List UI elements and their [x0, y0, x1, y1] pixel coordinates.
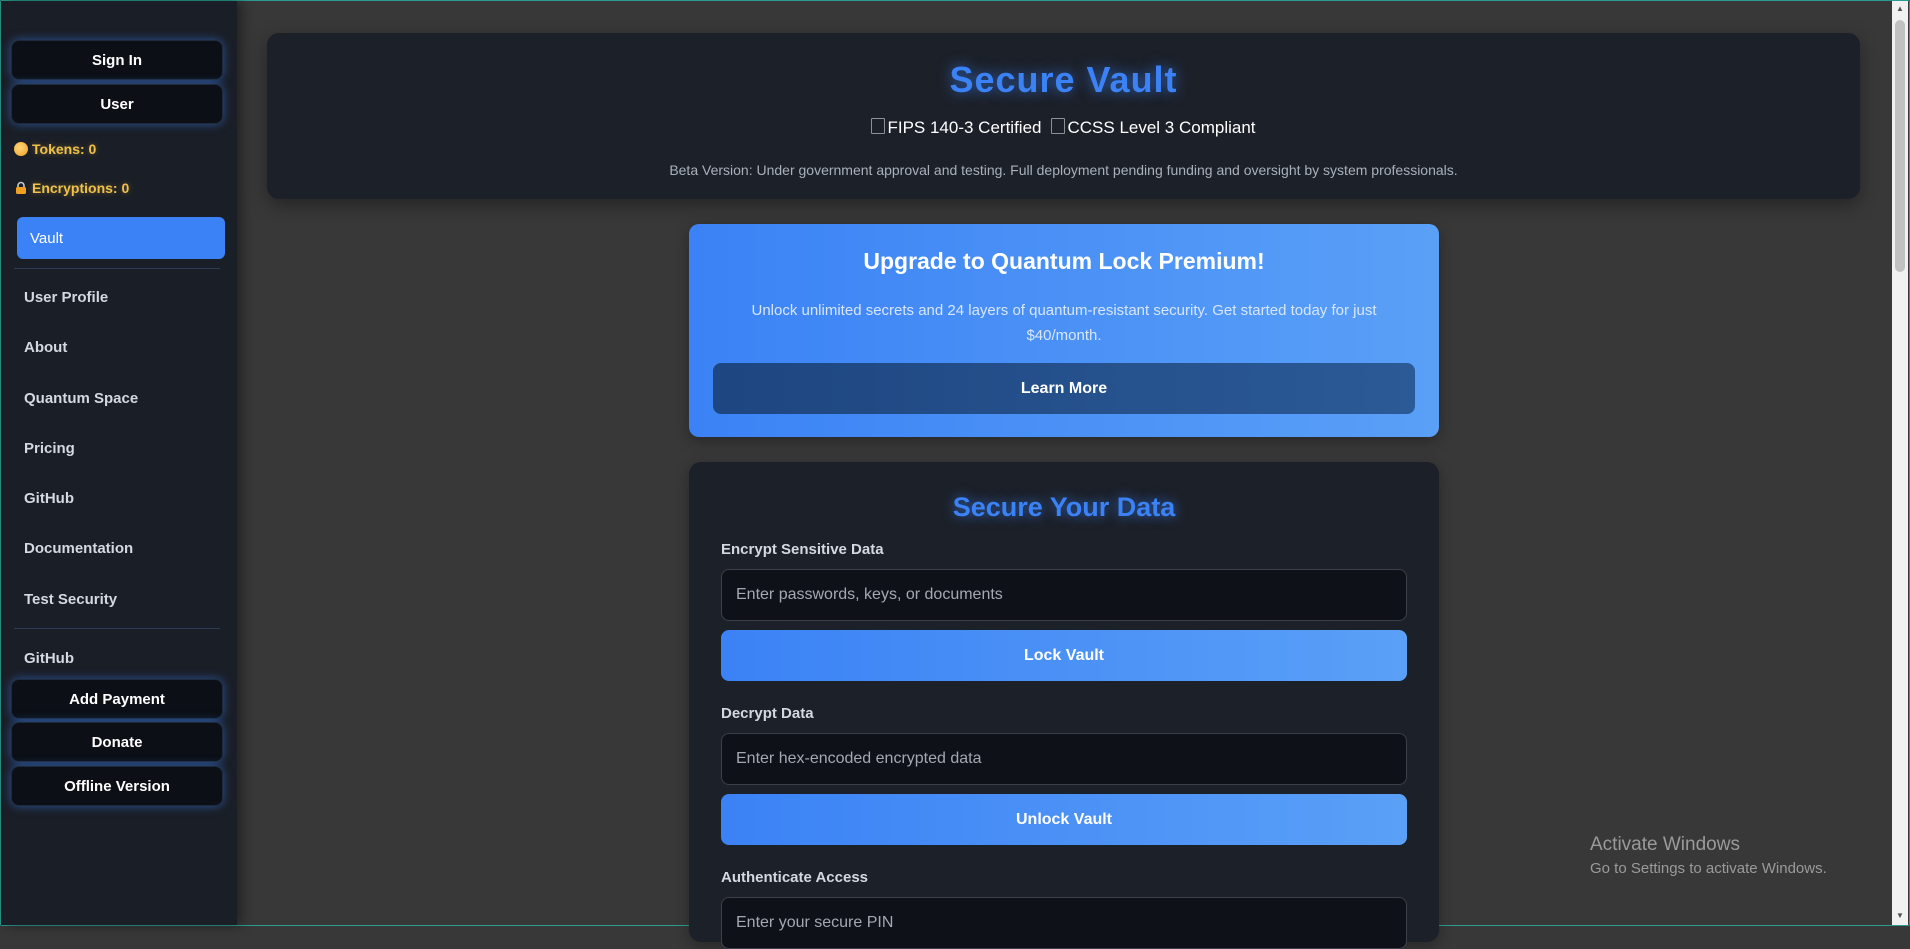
coin-icon — [14, 142, 28, 156]
tokens-label: Tokens: 0 — [32, 141, 97, 157]
ccss-badge: CCSS Level 3 Compliant — [1051, 118, 1256, 138]
sidebar-item-vault[interactable]: Vault — [17, 217, 225, 259]
user-button[interactable]: User — [11, 84, 223, 124]
sign-in-button[interactable]: Sign In — [11, 40, 223, 80]
sidebar-item-about[interactable]: About — [24, 339, 67, 356]
sidebar-divider — [14, 628, 220, 629]
secure-data-card: Secure Your Data Encrypt Sensitive Data … — [689, 462, 1439, 949]
encrypt-input[interactable] — [721, 569, 1407, 621]
sidebar: Sign In User Tokens: 0 Encryptions: 0 Va… — [1, 1, 237, 925]
unlock-vault-button[interactable]: Unlock Vault — [721, 794, 1407, 845]
activation-watermark-title: Activate Windows — [1590, 834, 1740, 855]
offline-version-button[interactable]: Offline Version — [11, 766, 223, 806]
donate-button[interactable]: Donate — [11, 722, 223, 762]
broken-image-icon — [1051, 118, 1066, 134]
lock-icon — [14, 181, 28, 195]
sidebar-divider — [14, 268, 220, 269]
fips-badge-label: FIPS 140-3 Certified — [887, 118, 1042, 137]
premium-title: Upgrade to Quantum Lock Premium! — [863, 248, 1265, 274]
fips-badge: FIPS 140-3 Certified — [871, 118, 1041, 138]
activation-watermark-subtitle: Go to Settings to activate Windows. — [1590, 860, 1827, 877]
broken-image-icon — [871, 118, 886, 134]
sidebar-item-test-security[interactable]: Test Security — [24, 591, 117, 608]
scroll-up-arrow-icon[interactable]: ▲ — [1895, 4, 1905, 14]
lock-vault-button[interactable]: Lock Vault — [721, 630, 1407, 681]
beta-notice: Beta Version: Under government approval … — [669, 162, 1458, 178]
add-payment-button[interactable]: Add Payment — [11, 679, 223, 719]
sidebar-item-pricing[interactable]: Pricing — [24, 440, 75, 457]
learn-more-button[interactable]: Learn More — [713, 363, 1415, 414]
certification-badges: FIPS 140-3 Certified CCSS Level 3 Compli… — [267, 118, 1860, 138]
scroll-down-arrow-icon[interactable]: ▼ — [1895, 911, 1905, 921]
premium-card: Upgrade to Quantum Lock Premium! Unlock … — [689, 224, 1439, 437]
auth-label: Authenticate Access — [721, 869, 868, 886]
decrypt-label: Decrypt Data — [721, 705, 814, 722]
sidebar-github-link[interactable]: GitHub — [24, 650, 74, 667]
pin-input[interactable] — [721, 897, 1407, 949]
header-card: Secure Vault FIPS 140-3 Certified CCSS L… — [267, 33, 1860, 199]
sidebar-item-documentation[interactable]: Documentation — [24, 540, 133, 557]
sidebar-item-quantum-space[interactable]: Quantum Space — [24, 390, 138, 407]
page-title: Secure Vault — [949, 59, 1178, 100]
tokens-counter: Tokens: 0 — [14, 141, 96, 157]
ccss-badge-label: CCSS Level 3 Compliant — [1067, 118, 1256, 137]
scrollbar-thumb[interactable] — [1895, 20, 1905, 272]
encryptions-counter: Encryptions: 0 — [14, 180, 129, 196]
sidebar-item-github[interactable]: GitHub — [24, 490, 74, 507]
encryptions-label: Encryptions: 0 — [32, 180, 130, 196]
sidebar-item-user-profile[interactable]: User Profile — [24, 289, 108, 306]
encrypt-label: Encrypt Sensitive Data — [721, 541, 884, 558]
secure-title: Secure Your Data — [952, 492, 1176, 522]
premium-description: Unlock unlimited secrets and 24 layers o… — [751, 302, 1377, 344]
decrypt-input[interactable] — [721, 733, 1407, 785]
